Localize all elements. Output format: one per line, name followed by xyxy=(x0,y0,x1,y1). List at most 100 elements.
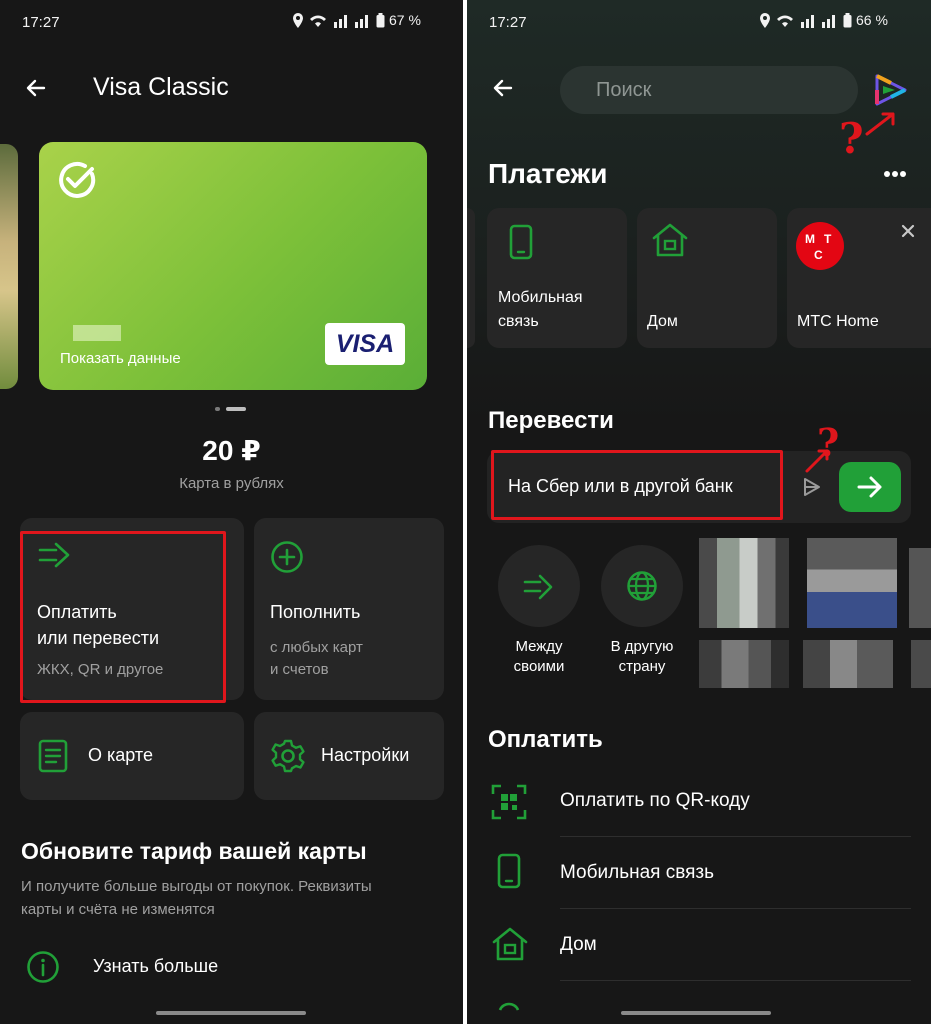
pay-row-mobile[interactable]: Мобильная связь xyxy=(467,840,931,906)
info-icon xyxy=(27,951,59,983)
home-indicator xyxy=(621,1011,771,1015)
balance-caption: Карта в рублях xyxy=(179,475,284,492)
signal-icon xyxy=(801,14,835,28)
tariff-heading: Обновите тариф вашей карты xyxy=(21,838,367,864)
previous-card-peek[interactable] xyxy=(0,144,18,389)
learn-more-link[interactable]: Узнать больше xyxy=(93,956,218,977)
right-screen: 17:27 66 % Поиск ? Платежи Мобильная свя… xyxy=(467,0,931,1024)
home-indicator xyxy=(156,1011,306,1015)
payment-tile-label-2: связь xyxy=(498,313,539,330)
top-up-subtitle-2: и счетов xyxy=(270,661,329,678)
contact-name-blurred xyxy=(803,640,893,688)
battery-level: 67 % xyxy=(389,12,421,28)
settings-label: Настройки xyxy=(321,745,410,765)
tariff-desc-2: карты и счёта не изменятся xyxy=(21,901,215,918)
mts-logo-letter-s: С xyxy=(814,248,823,262)
annotation-question-mark: ? xyxy=(839,114,864,163)
contact-avatar-blurred[interactable] xyxy=(909,548,931,628)
visa-logo: VISA xyxy=(325,323,405,365)
location-icon xyxy=(293,12,303,28)
pager-dot xyxy=(215,407,220,411)
status-icons: 67 % xyxy=(292,12,421,28)
phone-icon xyxy=(497,853,521,889)
back-arrow-icon[interactable] xyxy=(24,76,48,100)
shortcut-abroad[interactable] xyxy=(601,545,683,627)
search-placeholder: Поиск xyxy=(596,79,652,101)
payment-tile-mobile[interactable]: Мобильная связь xyxy=(487,208,627,348)
mts-logo: М Т С xyxy=(796,222,844,270)
status-time: 17:27 xyxy=(22,14,60,31)
balance-amount: 20 ₽ xyxy=(202,435,261,466)
back-arrow-icon[interactable] xyxy=(491,76,515,100)
arrow-right-icon xyxy=(857,476,882,498)
signal-icon xyxy=(334,14,368,28)
page-title: Visa Classic xyxy=(93,73,229,101)
pager-dot-active xyxy=(226,407,246,411)
divider xyxy=(560,836,911,837)
payment-tile-label-1: МТС Home xyxy=(797,313,879,330)
pay-row-label: Дом xyxy=(560,934,597,955)
status-icons: 66 % xyxy=(759,12,888,28)
transfer-input-label: На Сбер или в другой банк xyxy=(508,476,733,496)
next-row-icon xyxy=(498,1002,520,1011)
sber-logo-icon xyxy=(59,162,96,198)
pay-row-label: Оплатить по QR-коду xyxy=(560,790,750,811)
more-options-icon[interactable] xyxy=(883,170,907,178)
pay-row-qr[interactable]: Оплатить по QR-коду xyxy=(467,770,931,836)
arrows-icon xyxy=(523,574,553,600)
assistant-logo-icon[interactable] xyxy=(873,72,909,108)
annotation-question-mark: ? xyxy=(817,420,840,465)
contact-avatar-blurred[interactable] xyxy=(699,538,789,628)
payment-tile-peek xyxy=(467,208,475,348)
pay-row-label: Мобильная связь xyxy=(560,862,714,883)
battery-icon xyxy=(376,12,385,27)
battery-level: 66 % xyxy=(856,12,888,28)
settings-tile[interactable]: Настройки xyxy=(254,712,444,800)
show-data-label[interactable]: Показать данные xyxy=(60,350,181,367)
masked-card-number xyxy=(73,325,121,341)
about-card-tile[interactable]: О карте xyxy=(20,712,244,800)
payment-tile-mts-home[interactable]: М Т С МТС Home xyxy=(787,208,931,348)
top-up-title: Пополнить xyxy=(270,602,361,622)
battery-icon xyxy=(843,12,852,27)
assistant-small-icon[interactable] xyxy=(801,476,823,498)
payment-tile-label-1: Мобильная xyxy=(498,289,583,306)
about-card-label: О карте xyxy=(88,745,153,765)
mts-logo-letter-t: Т xyxy=(824,232,832,246)
payment-tile-label-1: Дом xyxy=(647,313,678,330)
transfer-heading: Перевести xyxy=(488,407,614,434)
transfer-go-button[interactable] xyxy=(839,462,901,512)
globe-icon xyxy=(627,571,657,601)
left-screen: 17:27 67 % Visa Classic Показать данные … xyxy=(0,0,463,1024)
top-up-tile[interactable]: Пополнить с любых карт и счетов xyxy=(254,518,444,700)
shortcut-own-accounts[interactable] xyxy=(498,545,580,627)
house-icon xyxy=(492,927,528,961)
divider xyxy=(560,908,911,909)
highlight-box-pay xyxy=(20,531,226,703)
bank-card[interactable]: Показать данные VISA xyxy=(39,142,427,390)
wifi-icon xyxy=(310,15,326,27)
plus-circle-icon xyxy=(271,541,303,573)
contact-avatar-blurred[interactable] xyxy=(807,538,897,628)
search-input[interactable]: Поиск xyxy=(560,66,858,114)
shortcut-label-2: своими xyxy=(513,658,565,675)
tariff-desc-1: И получите больше выгоды от покупок. Рек… xyxy=(21,878,372,895)
pay-row-home[interactable]: Дом xyxy=(467,912,931,978)
pay-heading: Оплатить xyxy=(488,726,603,753)
contact-name-blurred xyxy=(911,640,931,688)
wifi-icon xyxy=(777,15,793,27)
document-icon xyxy=(38,739,68,773)
gear-icon xyxy=(271,739,305,773)
payment-tile-home[interactable]: Дом xyxy=(637,208,777,348)
house-icon xyxy=(652,223,688,257)
location-icon xyxy=(760,12,770,28)
qr-icon xyxy=(491,784,527,820)
annotation-arrow xyxy=(865,112,895,136)
close-icon[interactable] xyxy=(901,224,915,238)
shortcut-label-2: страну xyxy=(618,658,666,675)
contact-name-blurred xyxy=(699,640,789,688)
phone-icon xyxy=(509,224,533,260)
shortcut-label-1: Между xyxy=(515,638,563,655)
status-time: 17:27 xyxy=(489,14,527,31)
shortcut-label-1: В другую xyxy=(610,638,674,655)
